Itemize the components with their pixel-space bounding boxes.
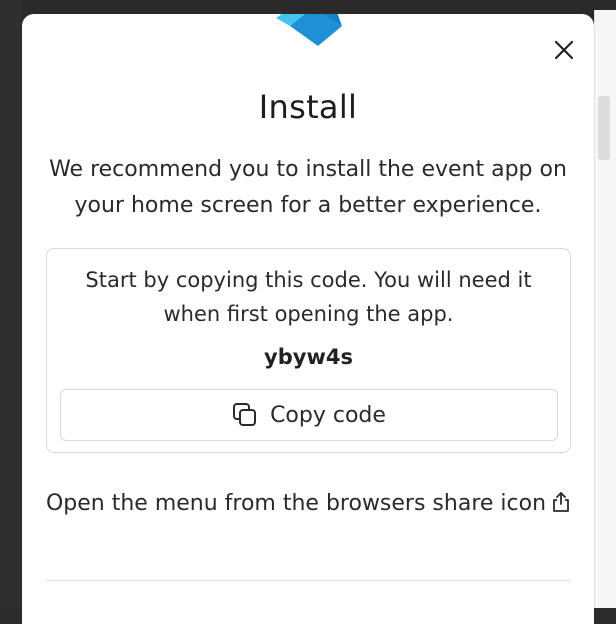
section-divider xyxy=(46,580,571,581)
close-icon xyxy=(554,40,574,60)
install-recommendation-text: We recommend you to install the event ap… xyxy=(49,157,567,218)
event-app-logo xyxy=(276,14,342,46)
dialog-title: Install xyxy=(258,88,358,126)
close-button[interactable] xyxy=(548,34,580,66)
code-section: Start by copying this code. You will nee… xyxy=(46,248,571,453)
share-instructions: Open the menu from the browsers share ic… xyxy=(42,486,574,522)
scrollbar-thumb[interactable] xyxy=(598,96,610,160)
copy-code-label: Copy code xyxy=(270,402,386,428)
code-instructions: Start by copying this code. You will nee… xyxy=(85,268,532,326)
install-code: ybyw4s xyxy=(264,345,353,369)
copy-code-button[interactable]: Copy code xyxy=(60,389,558,441)
share-instructions-text: Open the menu from the browsers share ic… xyxy=(45,491,547,516)
install-dialog: Install We recommend you to install the … xyxy=(22,14,594,624)
share-icon xyxy=(553,492,569,512)
copy-icon xyxy=(233,403,257,426)
background-page-edge xyxy=(0,0,22,608)
